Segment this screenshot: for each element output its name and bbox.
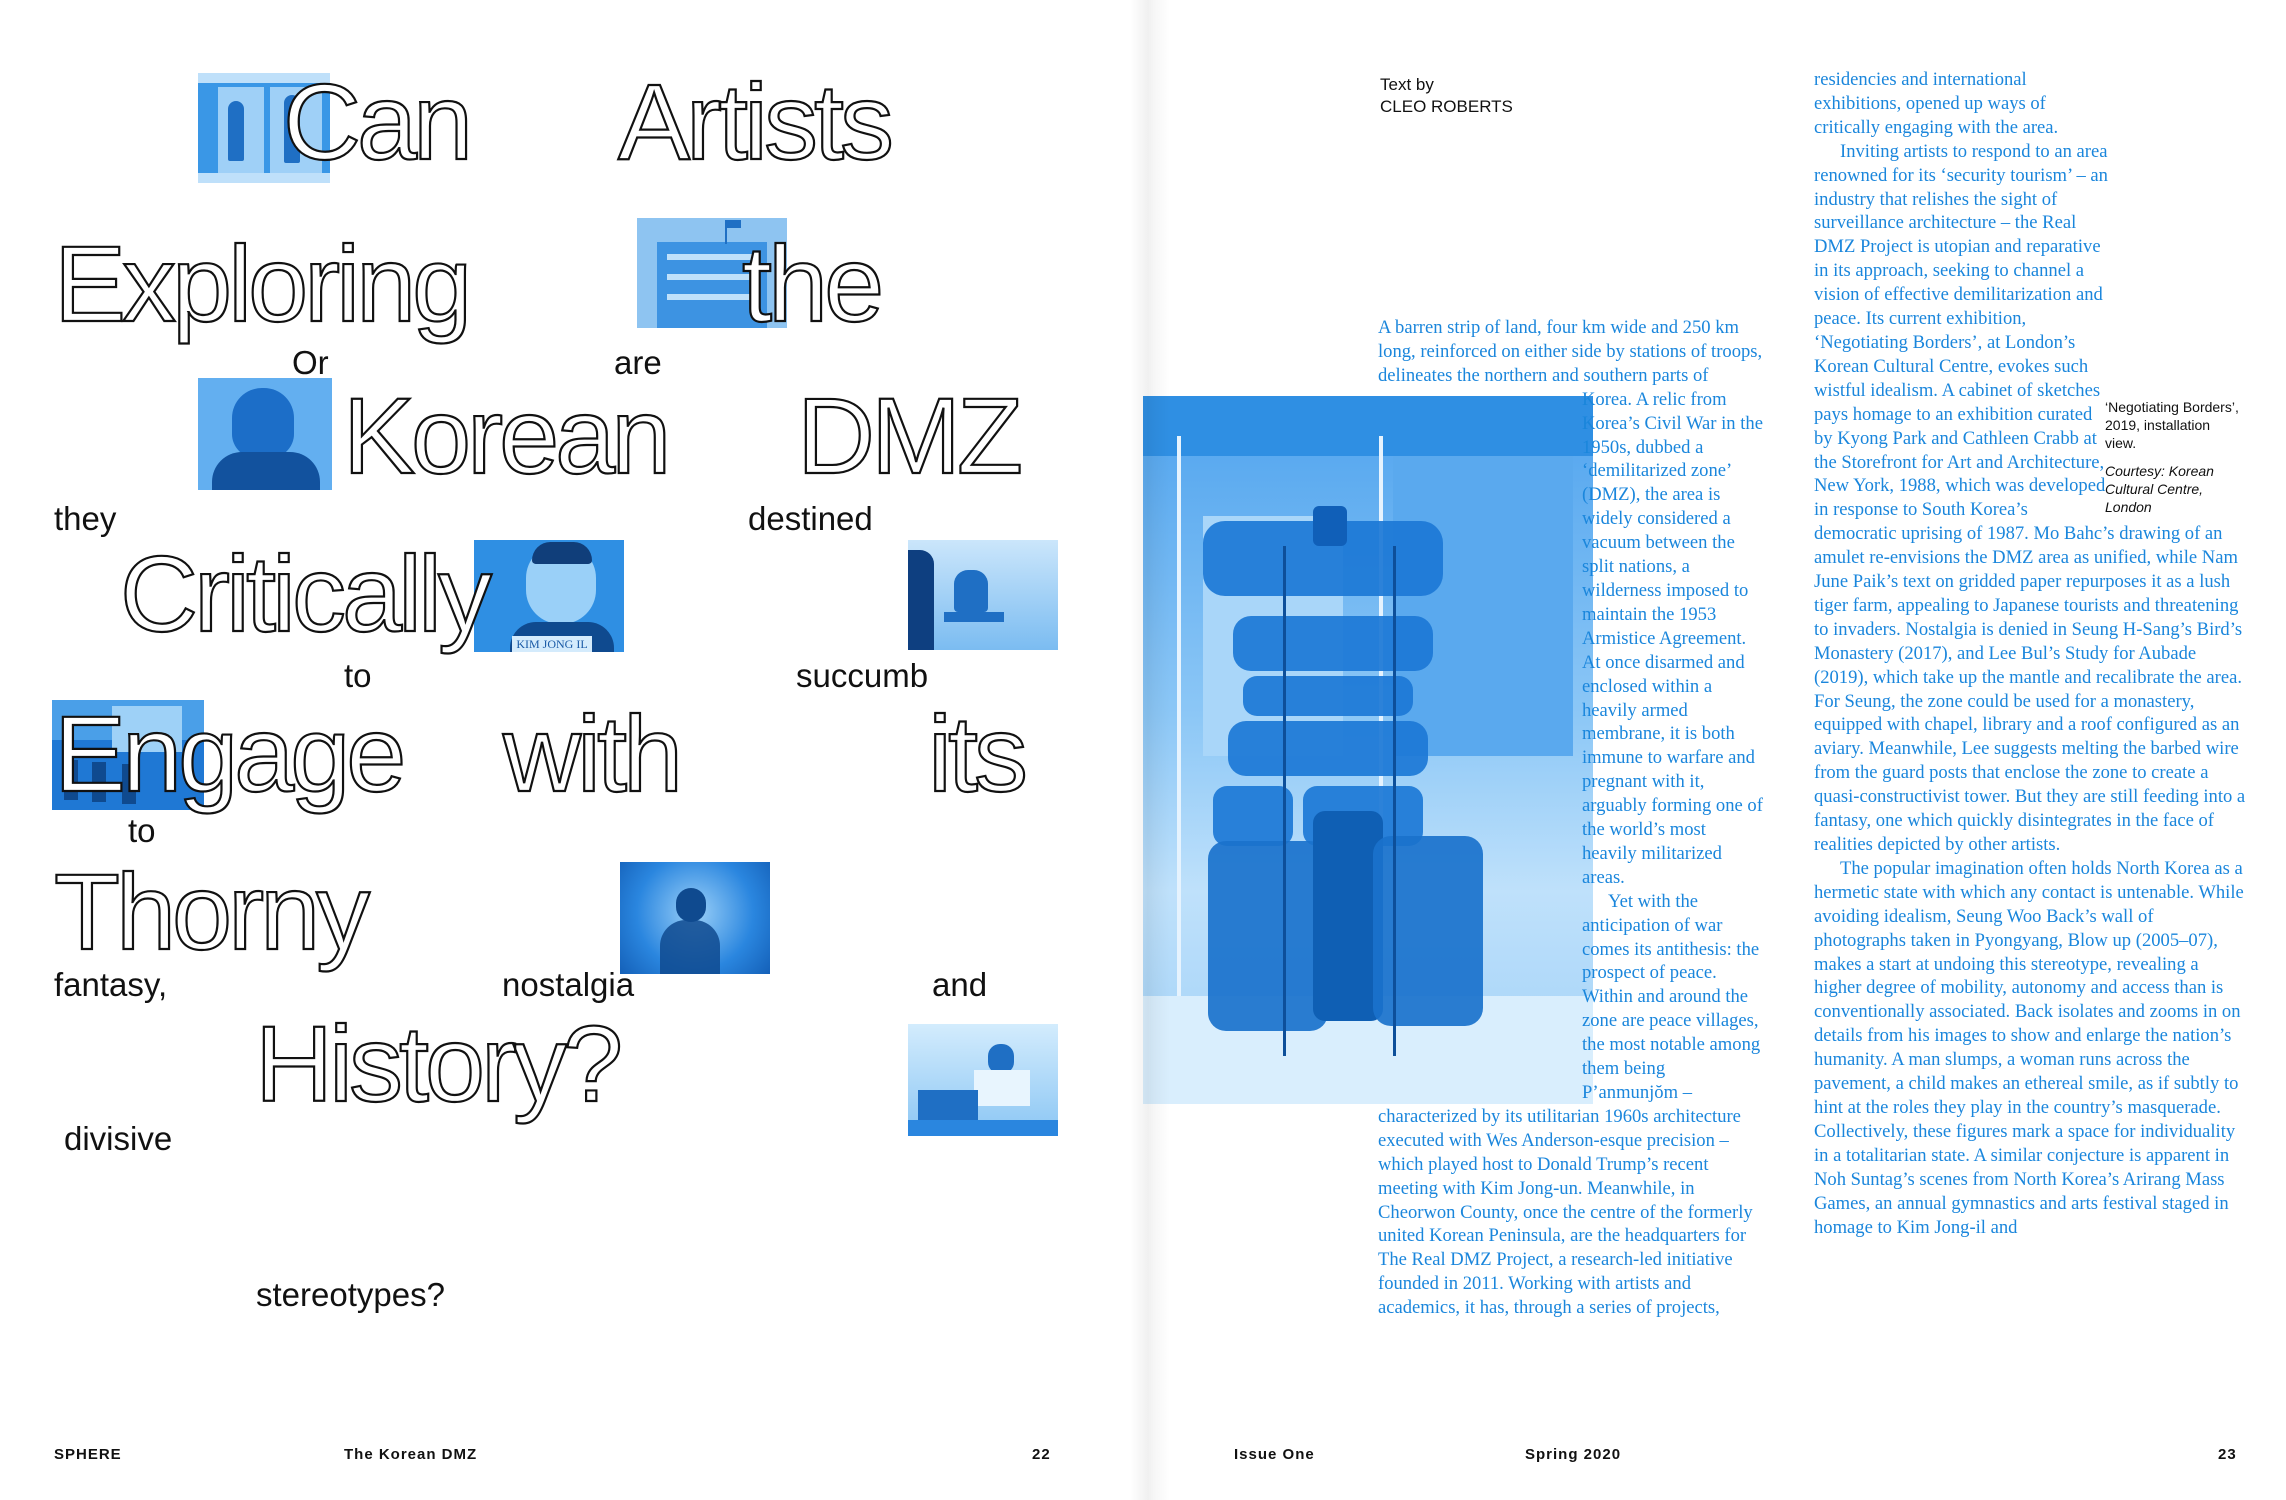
folio-magazine-name: SPHERE — [54, 1446, 122, 1463]
right-page: Text by CLEO ROBERTS A barren strip of l… — [1143, 0, 2286, 1500]
photo-wrap-space — [1378, 316, 1582, 1096]
word-destined: destined — [748, 500, 873, 537]
caption-title: ‘Negotiating Borders’, 2019, installatio… — [2105, 399, 2239, 451]
paragraph: residencies and international exhibition… — [1814, 69, 2059, 138]
headline-word-artists: Artists — [617, 61, 895, 182]
byline-author: CLEO ROBERTS — [1380, 97, 1513, 116]
word-and: and — [932, 966, 988, 1003]
folio-page-number-left: 22 — [1032, 1446, 1051, 1463]
folio-section-title: The Korean DMZ — [344, 1446, 478, 1463]
portrait-caption-strip: KIM JONG IL — [512, 636, 592, 652]
word-succumb: succumb — [796, 657, 929, 694]
byline: Text by CLEO ROBERTS — [1380, 74, 1513, 118]
body-column-1: A barren strip of land, four km wide and… — [1378, 316, 1763, 1441]
paragraph: The popular imagination often holds Nort… — [1814, 857, 2244, 1238]
word-nostalgia: nostalgia — [502, 966, 635, 1003]
headline-word-can: Can — [282, 61, 474, 182]
folio-season: Spring 2020 — [1525, 1446, 1622, 1463]
byline-label: Text by — [1380, 75, 1434, 94]
headline-word-with: with — [502, 693, 684, 814]
portrait-caption: KIM JONG IL — [516, 637, 588, 651]
headline-word-exploring: Exploring — [53, 223, 473, 344]
portrait-photo-1 — [198, 378, 332, 490]
desk-photo — [908, 1024, 1058, 1136]
silhouette-photo — [620, 862, 770, 974]
word-divisive: divisive — [64, 1120, 173, 1157]
word-or: Or — [292, 344, 329, 381]
left-page: KIM JONG IL Can Artists Exploring the Ko… — [0, 0, 1143, 1500]
headline-word-critically: Critically — [119, 533, 493, 654]
word-are: are — [614, 344, 662, 381]
word-to-2: to — [128, 812, 156, 849]
headline-word-its: its — [927, 693, 1029, 814]
word-stereotypes: stereotypes? — [256, 1276, 445, 1313]
word-to-1: to — [344, 657, 372, 694]
caption-credit: Courtesy: Korean Cultural Centre, London — [2105, 463, 2214, 515]
headline-word-the: the — [741, 223, 885, 344]
headline-word-korean: Korean — [342, 375, 672, 496]
body-column-2: residencies and international exhibition… — [1814, 68, 2246, 1444]
headline-word-history: History? — [254, 1003, 624, 1124]
statue-photo — [908, 540, 1058, 650]
word-they: they — [54, 500, 117, 537]
word-fantasy: fantasy, — [54, 966, 168, 1003]
headline-word-thorny: Thorny — [53, 851, 371, 972]
folio-page-number-right: 23 — [2218, 1446, 2237, 1463]
photo-caption: ‘Negotiating Borders’, 2019, installatio… — [2105, 398, 2245, 516]
folio-issue: Issue One — [1234, 1446, 1315, 1463]
portrait-photo-2: KIM JONG IL — [474, 540, 624, 652]
headline-word-dmz: DMZ — [796, 375, 1024, 496]
headline-word-engage: Engage — [53, 693, 408, 814]
